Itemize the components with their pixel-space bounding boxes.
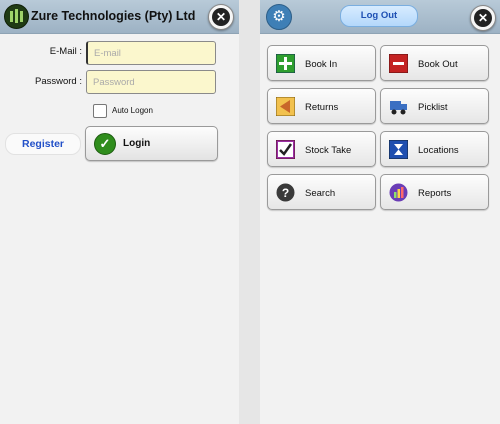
tile-returns-button[interactable]: Returns — [267, 88, 376, 124]
tile-label: Reports — [418, 188, 452, 199]
tile-label: Locations — [418, 145, 459, 156]
close-icon: ✕ — [212, 8, 230, 26]
truck-icon — [389, 97, 408, 116]
minus-icon — [388, 53, 409, 74]
tile-book-in-button[interactable]: Book In — [267, 45, 376, 81]
plus-icon — [275, 53, 296, 74]
tile-stock-take-button[interactable]: Stock Take — [267, 131, 376, 167]
locations-icon — [388, 139, 409, 160]
email-field[interactable] — [86, 41, 216, 65]
gear-icon: ⚙ — [272, 8, 286, 25]
tile-label: Returns — [305, 102, 339, 113]
password-label: Password : — [35, 76, 82, 87]
menu-screen: ⚙ Log Out ✕ Book In Book Out Returns Pickli… — [260, 0, 500, 424]
returns-icon — [275, 96, 296, 117]
tile-search-button[interactable]: ? Search — [267, 174, 376, 210]
login-button[interactable]: ✓ Login — [85, 126, 218, 161]
checkmark-icon: ✓ — [94, 133, 116, 155]
divider — [239, 0, 260, 424]
login-screen: Zure Technologies (Pty) Ltd ✕ E-Mail : P… — [0, 0, 239, 424]
check-icon — [275, 139, 296, 160]
login-header: Zure Technologies (Pty) Ltd ✕ — [0, 0, 239, 34]
close-icon: ✕ — [474, 9, 492, 27]
email-label: E-Mail : — [49, 46, 82, 57]
logout-button[interactable]: Log Out — [340, 5, 418, 27]
close-button[interactable]: ✕ — [470, 5, 496, 31]
auto-logon-label: Auto Logon — [112, 106, 153, 115]
tile-book-out-button[interactable]: Book Out — [380, 45, 489, 81]
chart-icon — [389, 183, 408, 202]
auto-logon-checkbox[interactable] — [93, 104, 107, 118]
tile-locations-button[interactable]: Locations — [380, 131, 489, 167]
close-button[interactable]: ✕ — [208, 4, 234, 30]
settings-button[interactable]: ⚙ — [266, 4, 292, 30]
logo-icon — [4, 4, 29, 29]
menu-header: ⚙ Log Out ✕ — [260, 0, 500, 34]
tile-reports-button[interactable]: Reports — [380, 174, 489, 210]
tile-label: Stock Take — [305, 145, 352, 156]
login-label: Login — [123, 138, 151, 149]
password-field[interactable] — [86, 70, 216, 94]
tile-label: Picklist — [418, 102, 448, 113]
register-button[interactable]: Register — [5, 133, 81, 155]
tile-label: Book Out — [418, 59, 458, 70]
question-icon: ? — [276, 183, 295, 202]
app-title: Zure Technologies (Pty) Ltd — [31, 9, 196, 23]
tile-label: Book In — [305, 59, 338, 70]
svg-text:?: ? — [282, 186, 289, 200]
tile-picklist-button[interactable]: Picklist — [380, 88, 489, 124]
tile-label: Search — [305, 188, 336, 199]
